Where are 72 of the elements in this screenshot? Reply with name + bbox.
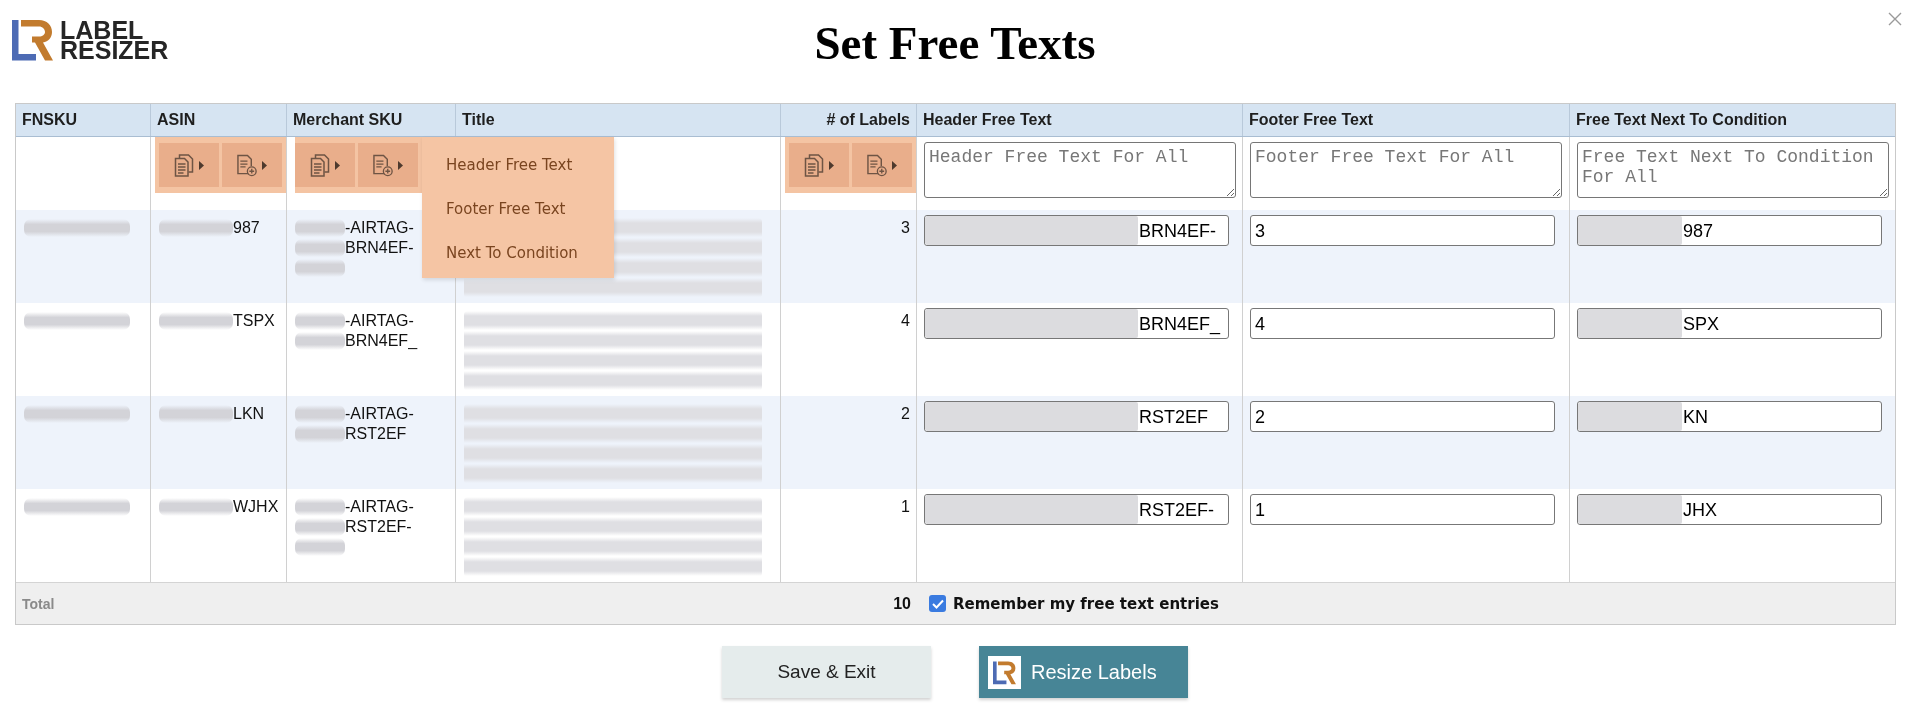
caret-icon (829, 160, 834, 170)
document-plus-icon (237, 153, 257, 177)
document-plus-icon (867, 153, 887, 177)
column-header: Footer Free Text (1243, 104, 1570, 136)
menu-item[interactable]: Footer Free Text (422, 187, 614, 231)
logo-icon (988, 655, 1021, 689)
column-header: Free Text Next To Condition (1575, 110, 1788, 130)
menu-item[interactable]: Next To Condition (422, 231, 614, 275)
text-field[interactable]: BRN4EF_ (924, 308, 1229, 339)
text-field[interactable]: 1 (1250, 494, 1555, 525)
sku-text: BRN4EF- (345, 238, 414, 258)
document-icon (174, 153, 194, 177)
column-header: Merchant SKU (287, 104, 456, 136)
label-count: 1 (901, 498, 910, 515)
sku-text: RST2EF- (345, 517, 412, 537)
label-count: 3 (901, 219, 910, 236)
sku-text: -AIRTAG- (345, 311, 414, 331)
document-plus-menu-button[interactable] (852, 143, 912, 187)
checkmark-icon (931, 598, 944, 609)
sku-text: -AIRTAG- (345, 218, 414, 238)
column-header: Header Free Text (917, 104, 1243, 136)
caret-icon (262, 160, 267, 170)
text-field[interactable]: JHX (1577, 494, 1882, 525)
resize-labels-button[interactable]: Resize Labels (979, 646, 1188, 698)
save-exit-button[interactable]: Save & Exit (722, 646, 931, 698)
caret-icon (335, 160, 340, 170)
bulk-text-area[interactable]: Header Free Text For All (924, 142, 1236, 198)
document-menu-button[interactable] (159, 143, 219, 187)
sku-text: -AIRTAG- (345, 497, 414, 517)
document-plus-icon (373, 153, 393, 177)
text-field[interactable]: 4 (1250, 308, 1555, 339)
document-plus-menu-button[interactable] (358, 143, 418, 187)
label-count: 2 (901, 405, 910, 422)
caret-icon (892, 160, 897, 170)
document-plus-menu-button[interactable] (222, 143, 282, 187)
sku-text: -AIRTAG- (345, 404, 414, 424)
text-field[interactable]: KN (1577, 401, 1882, 432)
page-title: Set Free Texts (814, 16, 1096, 71)
label-count: 4 (901, 312, 910, 329)
bulk-text-area[interactable]: Free Text Next To Condition For All (1577, 142, 1889, 198)
asin-text: WJHX (233, 497, 279, 517)
text-field[interactable]: RST2EF- (924, 494, 1229, 525)
document-icon (310, 153, 330, 177)
column-header: # of Labels (781, 104, 917, 136)
sku-text: RST2EF (345, 424, 407, 444)
total-label: Total (22, 595, 55, 612)
caret-icon (398, 160, 403, 170)
asin-text: TSPX (233, 311, 275, 331)
asin-text: 987 (233, 218, 260, 238)
menu-item[interactable]: Header Free Text (422, 143, 614, 187)
column-header: Title (456, 104, 781, 136)
text-field[interactable]: RST2EF (924, 401, 1229, 432)
close-icon[interactable] (1888, 12, 1902, 26)
document-menu-button[interactable] (295, 143, 355, 187)
document-icon (804, 153, 824, 177)
text-field[interactable]: SPX (1577, 308, 1882, 339)
remember-label: Remember my free text entries (953, 594, 1219, 613)
column-header: FNSKU (16, 104, 151, 136)
remember-checkbox[interactable] (929, 595, 946, 612)
caret-icon (199, 160, 204, 170)
logo-icon (12, 19, 54, 61)
sku-text: BRN4EF_ (345, 331, 418, 351)
text-field[interactable]: BRN4EF- (924, 215, 1229, 246)
total-count: 10 (893, 594, 911, 612)
text-field[interactable]: 3 (1250, 215, 1555, 246)
logo-wordmark: LABEL RESIZER (60, 19, 169, 60)
column-header: ASIN (151, 104, 287, 136)
bulk-text-area[interactable]: Footer Free Text For All (1250, 142, 1562, 198)
text-field[interactable]: 987 (1577, 215, 1882, 246)
text-field[interactable]: 2 (1250, 401, 1555, 432)
asin-text: LKN (233, 404, 265, 424)
document-menu-button[interactable] (789, 143, 849, 187)
